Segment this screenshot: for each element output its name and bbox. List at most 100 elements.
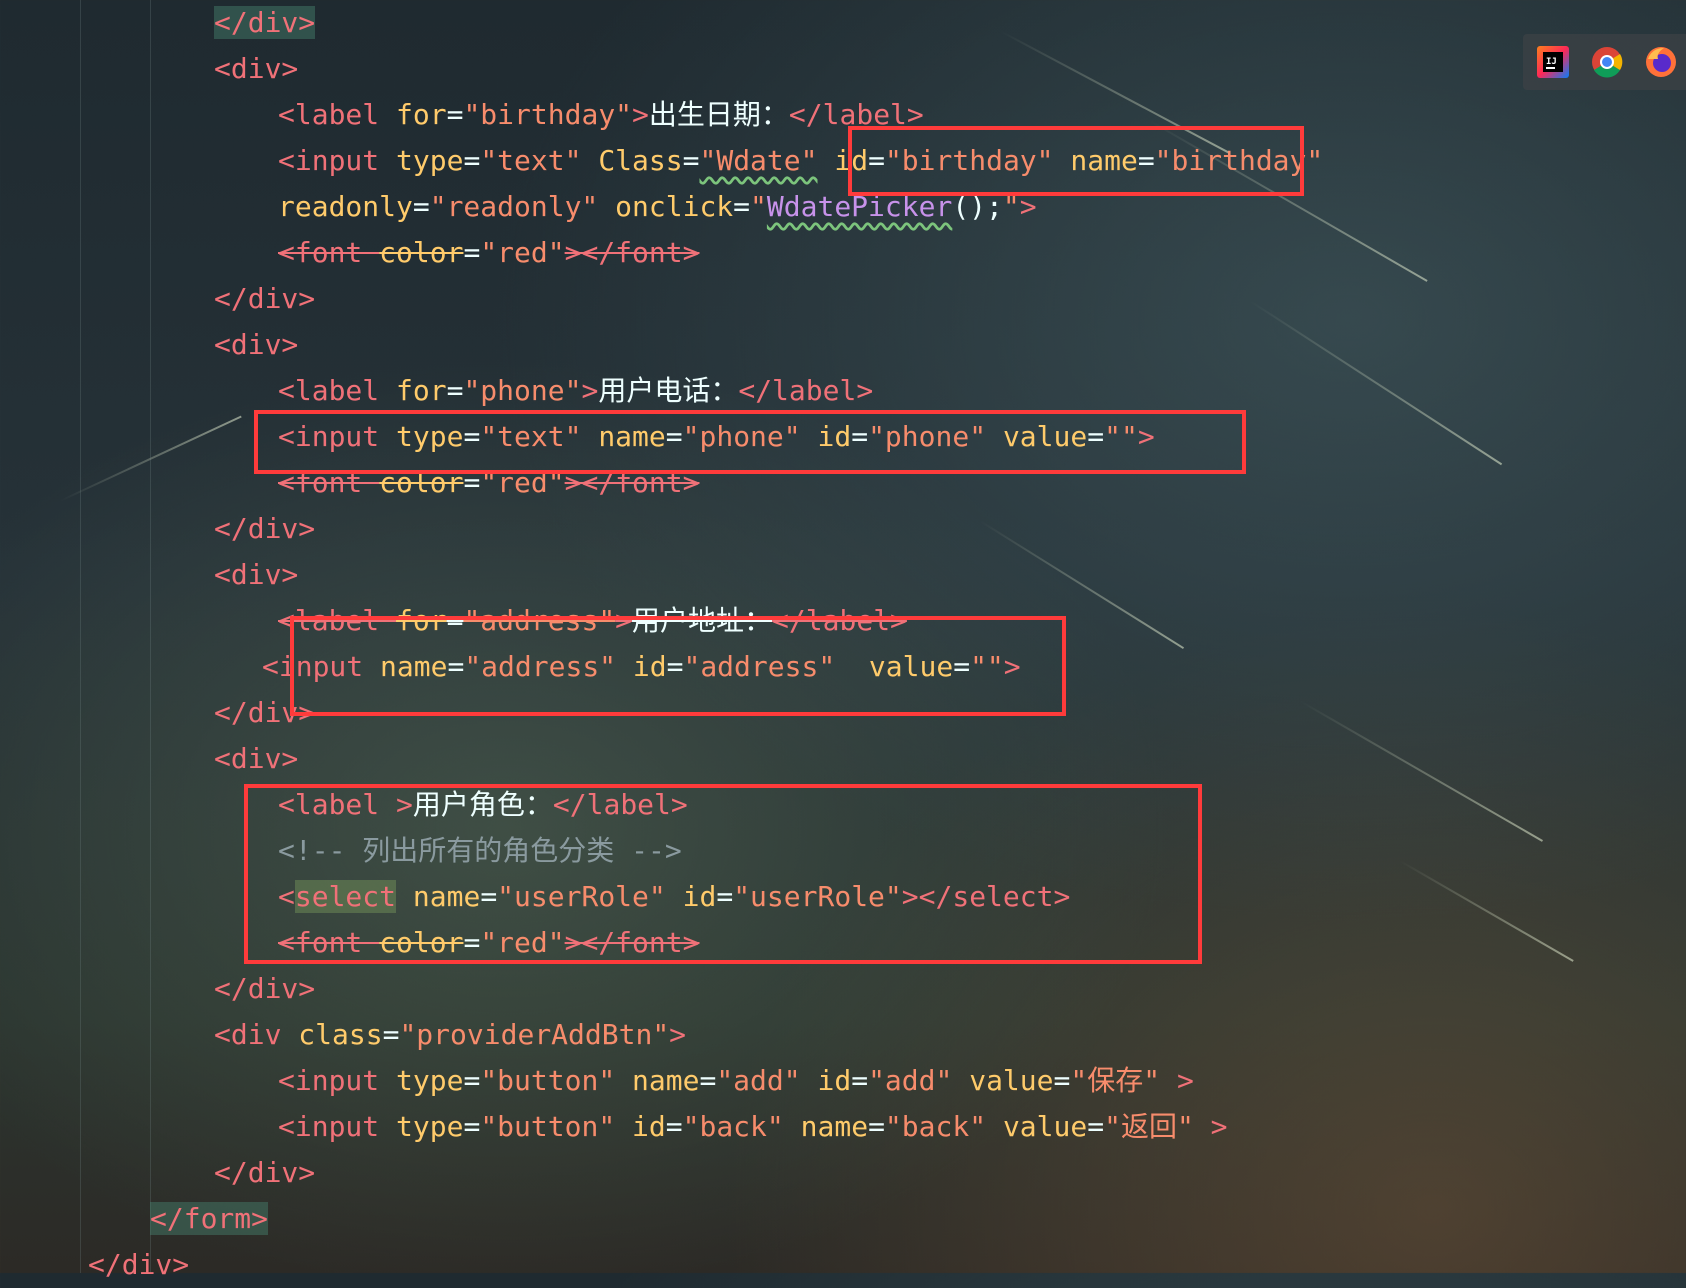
code-token: <div> <box>214 742 299 775</box>
code-token: color <box>379 236 464 269</box>
code-line[interactable]: </div> <box>214 0 316 46</box>
code-line[interactable]: <div class="providerAddBtn"> <box>214 1012 686 1058</box>
code-token: = <box>463 1110 481 1143</box>
code-token: = <box>1053 1064 1071 1097</box>
browser-preview-toolbar: IJ <box>1523 34 1686 90</box>
code-token: "保存" <box>1070 1064 1161 1097</box>
code-line[interactable]: <input type="button" name="add" id="add"… <box>278 1058 1194 1104</box>
svg-text:IJ: IJ <box>1546 57 1557 67</box>
code-token: "button" <box>480 1110 616 1143</box>
code-token: </label> <box>738 374 874 407</box>
code-token: type <box>396 1064 464 1097</box>
code-token: "Wdate" <box>699 144 818 177</box>
code-token: Class <box>598 144 683 177</box>
code-token: </div> <box>214 6 316 39</box>
intellij-idea-icon[interactable]: IJ <box>1535 44 1571 80</box>
code-token: = <box>699 1064 717 1097</box>
code-line[interactable]: <label for="phone">用户电话：</label> <box>278 368 873 414</box>
code-token: <div> <box>214 52 299 85</box>
annotation-box-role <box>244 784 1202 964</box>
code-token: <input <box>278 1064 397 1097</box>
code-token: for <box>396 98 447 131</box>
code-token: onclick <box>615 190 734 223</box>
code-token: id <box>817 1064 852 1097</box>
code-token: = <box>446 98 464 131</box>
code-token: "red" <box>480 236 565 269</box>
code-token: = <box>851 1064 869 1097</box>
code-token: type <box>396 1110 464 1143</box>
code-token: = <box>382 1018 400 1051</box>
code-line[interactable]: <div> <box>214 736 298 782</box>
code-token: id <box>632 1110 666 1143</box>
code-line[interactable]: </div> <box>214 1150 315 1196</box>
code-line[interactable]: <font color="red"></font> <box>278 230 699 276</box>
code-line[interactable]: </div> <box>214 276 315 322</box>
code-token: = <box>868 1110 885 1143</box>
code-token: "back" <box>884 1110 987 1143</box>
code-token: </div> <box>214 972 316 1005</box>
code-token: " <box>750 190 767 223</box>
code-token: <label <box>278 374 397 407</box>
code-line[interactable]: <div> <box>214 552 298 598</box>
code-token: > <box>581 374 599 407</box>
code-token: "birthday" <box>463 98 633 131</box>
code-token: <div> <box>214 328 299 361</box>
code-token: ></font> <box>564 236 700 269</box>
code-token: <label <box>278 98 397 131</box>
code-token: = <box>665 1110 683 1143</box>
code-token: type <box>396 144 464 177</box>
code-token: readonly <box>278 190 413 223</box>
code-token: </div> <box>214 282 316 315</box>
code-token: = <box>463 1064 481 1097</box>
code-token: "back" <box>682 1110 784 1143</box>
code-token: = <box>463 236 481 269</box>
code-token: > <box>632 98 649 131</box>
code-line[interactable]: <div> <box>214 322 298 368</box>
code-token: "button" <box>480 1064 616 1097</box>
code-token: = <box>412 190 430 223</box>
code-token: = <box>463 144 481 177</box>
code-line[interactable]: <input type="button" id="back" name="bac… <box>278 1104 1228 1150</box>
firefox-icon[interactable] <box>1643 44 1679 80</box>
code-token: = <box>733 190 751 223</box>
code-line[interactable]: <div> <box>214 46 298 92</box>
code-token: <input <box>278 144 397 177</box>
code-token: <div> <box>214 558 299 591</box>
code-token: > <box>1176 1064 1194 1097</box>
code-token: = <box>446 374 464 407</box>
code-token: <input <box>278 1110 397 1143</box>
code-line[interactable]: </div> <box>214 966 315 1012</box>
code-token: > <box>1210 1110 1228 1143</box>
code-token: value <box>1002 1110 1088 1143</box>
code-token: <font <box>278 236 380 269</box>
code-token: </div> <box>88 1248 190 1281</box>
code-line[interactable]: </form> <box>150 1196 269 1242</box>
code-line[interactable]: </div> <box>88 1242 189 1288</box>
code-token: 用户电话： <box>598 374 739 407</box>
code-token: <div <box>214 1018 299 1051</box>
code-token: </div> <box>214 512 316 545</box>
code-token: value <box>969 1064 1054 1097</box>
code-token: "providerAddBtn" <box>399 1018 670 1051</box>
code-line[interactable]: </div> <box>214 506 315 552</box>
code-token: class <box>298 1018 383 1051</box>
chrome-icon[interactable] <box>1589 44 1625 80</box>
annotation-box-address <box>290 616 1066 716</box>
code-token: "readonly" <box>429 190 599 223</box>
code-line[interactable]: <label for="birthday">出生日期：</label> <box>278 92 924 138</box>
code-token: > <box>669 1018 687 1051</box>
code-token: "add" <box>716 1064 801 1097</box>
annotation-box-phone <box>254 410 1246 474</box>
code-token: 出生日期： <box>648 98 789 131</box>
code-token: for <box>396 374 447 407</box>
code-token: = <box>682 144 700 177</box>
